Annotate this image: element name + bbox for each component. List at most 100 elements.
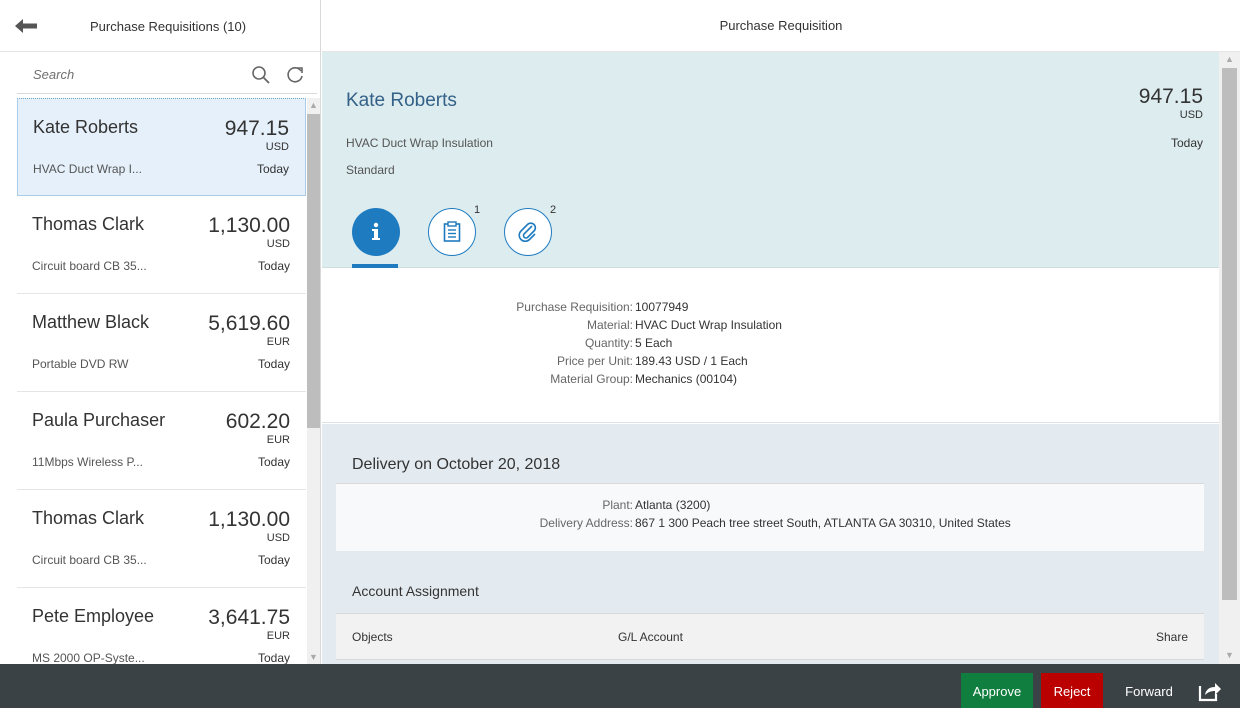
list-item-date: Today	[257, 553, 290, 567]
forward-button[interactable]: Forward	[1114, 673, 1184, 708]
scroll-up-icon[interactable]: ▲	[1223, 52, 1236, 66]
object-material: HVAC Duct Wrap Insulation	[346, 136, 493, 150]
search-icon[interactable]	[251, 65, 271, 85]
form-label: Material Group:	[550, 372, 633, 386]
form-value: 10077949	[635, 300, 689, 314]
form-label: Delivery Address:	[539, 516, 633, 530]
form-label: Plant:	[602, 498, 633, 512]
form-label: Price per Unit:	[556, 354, 633, 368]
list-item-amount: 1,130.00	[208, 508, 290, 531]
column-header-share: Share	[1155, 630, 1188, 644]
object-header: Kate Roberts 947.15 USD HVAC Duct Wrap I…	[322, 52, 1219, 268]
list-item-currency: EUR	[266, 434, 290, 446]
account-table-header: Objects G/L Account Share	[336, 613, 1204, 660]
arrow-left-icon	[15, 18, 37, 33]
list-item-amount: 602.20	[225, 410, 290, 433]
master-scroll-thumb[interactable]	[307, 114, 320, 428]
scroll-down-icon[interactable]: ▼	[307, 650, 320, 664]
form-row: Material Group: Mechanics (00104)	[322, 372, 1219, 388]
list-item-name: Pete Employee	[32, 606, 155, 626]
list-item[interactable]: Thomas Clark 1,130.00 USD Circuit board …	[17, 490, 306, 588]
list-item-amount: 5,619.60	[208, 312, 290, 335]
account-assignment-title: Account Assignment	[352, 583, 479, 599]
form-label: Purchase Requisition:	[516, 300, 633, 314]
detail-scrollbar[interactable]: ▲ ▼	[1219, 52, 1240, 664]
form-row: Plant: Atlanta (3200)	[322, 498, 1219, 514]
form-label: Quantity:	[584, 336, 633, 350]
detail-scroll-thumb[interactable]	[1222, 68, 1237, 600]
form-value: Mechanics (00104)	[635, 372, 738, 386]
list-item-currency: EUR	[266, 336, 290, 348]
column-header-gl-account: G/L Account	[618, 630, 683, 644]
list-item-date: Today	[256, 162, 289, 176]
form-value: HVAC Duct Wrap Insulation	[635, 318, 782, 332]
object-title: Kate Roberts	[346, 90, 457, 111]
column-header-objects: Objects	[352, 630, 393, 644]
object-currency: USD	[1179, 109, 1203, 121]
form-row: Purchase Requisition: 10077949	[322, 300, 1219, 316]
list-item-amount: 947.15	[224, 117, 289, 140]
search-field	[17, 56, 317, 94]
list-item-description: Portable DVD RW	[32, 357, 129, 371]
delivery-section: Delivery on October 20, 2018 Plant: Atla…	[322, 424, 1219, 664]
list-item-currency: USD	[265, 141, 289, 153]
form-row: Delivery Address: 867 1 300 Peach tree s…	[322, 516, 1219, 532]
list-item-description: HVAC Duct Wrap I...	[33, 162, 142, 176]
tab-notes[interactable]	[428, 208, 476, 256]
delivery-form: Plant: Atlanta (3200) Delivery Address: …	[336, 483, 1204, 551]
master-scrollbar[interactable]: ▲ ▼	[307, 98, 320, 664]
list-item-description: MS 2000 OP-Syste...	[32, 651, 145, 664]
list-item-description: 11Mbps Wireless P...	[32, 455, 143, 469]
list-item-amount: 1,130.00	[208, 214, 290, 237]
list-item[interactable]: Pete Employee 3,641.75 EUR MS 2000 OP-Sy…	[17, 588, 306, 664]
list-item-name: Thomas Clark	[32, 508, 145, 528]
list-item-date: Today	[257, 651, 290, 664]
tab-attachments-count: 2	[550, 204, 557, 216]
search-input[interactable]	[17, 67, 237, 82]
refresh-icon[interactable]	[285, 65, 305, 85]
requisition-list: Kate Roberts 947.15 USD HVAC Duct Wrap I…	[17, 98, 306, 664]
master-title: Purchase Requisitions (10)	[90, 18, 247, 34]
form-value: 189.43 USD / 1 Each	[635, 354, 748, 368]
delivery-title: Delivery on October 20, 2018	[352, 456, 561, 473]
footer-toolbar: Approve Reject Forward	[0, 664, 1240, 708]
list-item[interactable]: Kate Roberts 947.15 USD HVAC Duct Wrap I…	[17, 98, 306, 196]
notes-icon	[443, 221, 461, 242]
list-item-date: Today	[257, 259, 290, 273]
form-row: Material: HVAC Duct Wrap Insulation	[322, 318, 1219, 334]
detail-pane: Purchase Requisition Kate Roberts 947.15…	[322, 0, 1240, 664]
reject-button[interactable]: Reject	[1041, 673, 1103, 708]
list-item-currency: USD	[266, 532, 290, 544]
list-item[interactable]: Paula Purchaser 602.20 EUR 11Mbps Wirele…	[17, 392, 306, 490]
form-row: Quantity: 5 Each	[322, 336, 1219, 352]
form-value: 5 Each	[635, 336, 673, 350]
list-item[interactable]: Matthew Black 5,619.60 EUR Portable DVD …	[17, 294, 306, 392]
list-item-amount: 3,641.75	[208, 606, 290, 629]
form-label: Material:	[586, 318, 633, 332]
tab-attachments[interactable]	[504, 208, 552, 256]
approve-button[interactable]: Approve	[961, 673, 1033, 708]
scroll-up-icon[interactable]: ▲	[307, 98, 320, 112]
tab-notes-count: 1	[474, 204, 481, 216]
info-icon	[372, 222, 380, 240]
object-date: Today	[1170, 136, 1203, 150]
info-form: Purchase Requisition: 10077949 Material:…	[322, 269, 1219, 423]
list-item-currency: EUR	[266, 630, 290, 642]
tab-info[interactable]	[352, 208, 400, 256]
object-amount: 947.15	[1138, 85, 1203, 108]
form-value: 867 1 300 Peach tree street South, ATLAN…	[635, 516, 1011, 530]
tab-selection-indicator	[352, 264, 398, 268]
list-item-name: Matthew Black	[32, 312, 150, 332]
list-item[interactable]: Thomas Clark 1,130.00 USD Circuit board …	[17, 196, 306, 294]
form-value: Atlanta (3200)	[635, 498, 711, 512]
master-pane: Purchase Requisitions (10) Kate Roberts …	[0, 0, 321, 664]
list-item-date: Today	[257, 455, 290, 469]
scroll-down-icon[interactable]: ▼	[1223, 648, 1236, 662]
list-item-name: Paula Purchaser	[32, 410, 166, 430]
list-item-currency: USD	[266, 238, 290, 250]
back-button[interactable]	[0, 0, 52, 52]
share-icon[interactable]	[1198, 680, 1222, 702]
object-type: Standard	[346, 163, 395, 177]
list-item-date: Today	[257, 357, 290, 371]
list-item-name: Kate Roberts	[33, 117, 139, 137]
